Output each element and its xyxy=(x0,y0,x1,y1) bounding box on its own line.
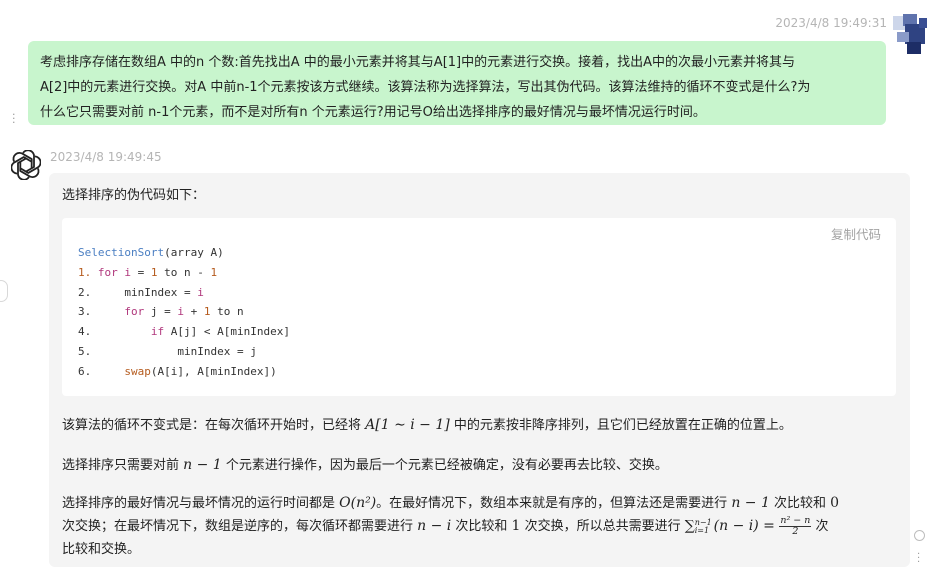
scroll-indicator-icon[interactable] xyxy=(914,530,925,541)
math-expression: A[1 ∼ i − 1] xyxy=(365,417,450,433)
user-message-timestamp: 2023/4/8 19:49:31 xyxy=(775,16,887,30)
code-line: 4. if A[j] < A[minIndex] xyxy=(78,325,290,339)
user-message-line: 考虑排序存储在数组A 中的n 个数:首先找出A 中的最小元素并将其与A[1]中的… xyxy=(40,55,796,70)
code-line: 2. minIndex = i xyxy=(78,285,204,299)
loop-invariant-paragraph: 该算法的循环不变式是：在每次循环开始时，已经将 A[1 ∼ i − 1] 中的元… xyxy=(62,417,792,433)
openai-logo-icon xyxy=(11,150,41,180)
bot-message-timestamp: 2023/4/8 19:49:45 xyxy=(50,150,162,164)
code-line: SelectionSort(array A) xyxy=(78,246,224,259)
math-expression: n − 1 xyxy=(183,457,222,473)
code-line: 3. for j = i + 1 to n xyxy=(78,305,244,319)
math-expression: O(n²) xyxy=(339,495,377,511)
math-expression: n − i xyxy=(417,518,452,534)
code-line: 5. minIndex = j xyxy=(78,344,257,358)
code-block: 复制代码 SelectionSort(array A) 1. for i = 1… xyxy=(62,218,896,396)
message-menu-icon[interactable]: · · · xyxy=(917,550,920,568)
user-message-line: 什么它只需要对前 n-1个元素，而不是对所有n 个元素运行?用记号O给出选择排序… xyxy=(40,105,706,120)
math-expression: 0 xyxy=(830,495,840,511)
sum-expression: ∑ n−1 i=1 (n − i) = n² − n2 xyxy=(684,515,812,537)
code-line: 6. swap(A[i], A[minIndex]) xyxy=(78,364,277,378)
user-message-bubble: 考虑排序存储在数组A 中的n 个数:首先找出A 中的最小元素并将其与A[1]中的… xyxy=(28,41,886,125)
bot-intro-text: 选择排序的伪代码如下： xyxy=(62,188,206,203)
code-line: 1. for i = 1 to n - 1 xyxy=(78,265,218,279)
copy-code-button[interactable]: 复制代码 xyxy=(831,224,881,243)
math-expression: n − 1 xyxy=(731,495,770,511)
running-time-paragraph: 选择排序的最好情况与最坏情况的运行时间都是 O(n²)。在最好情况下，数组本来就… xyxy=(62,495,840,557)
user-avatar xyxy=(893,14,927,54)
user-message-line: A[2]中的元素进行交换。对A 中前n-1个元素按该方式继续。该算法称为选择算法… xyxy=(40,80,811,95)
scroll-handle[interactable] xyxy=(0,280,8,302)
n-minus-one-paragraph: 选择排序只需要对前 n − 1 个元素进行操作，因为最后一个元素已经被确定，没有… xyxy=(62,457,668,473)
code-content: SelectionSort(array A) 1. for i = 1 to n… xyxy=(78,243,290,382)
message-menu-icon[interactable]: · · · xyxy=(12,109,16,128)
